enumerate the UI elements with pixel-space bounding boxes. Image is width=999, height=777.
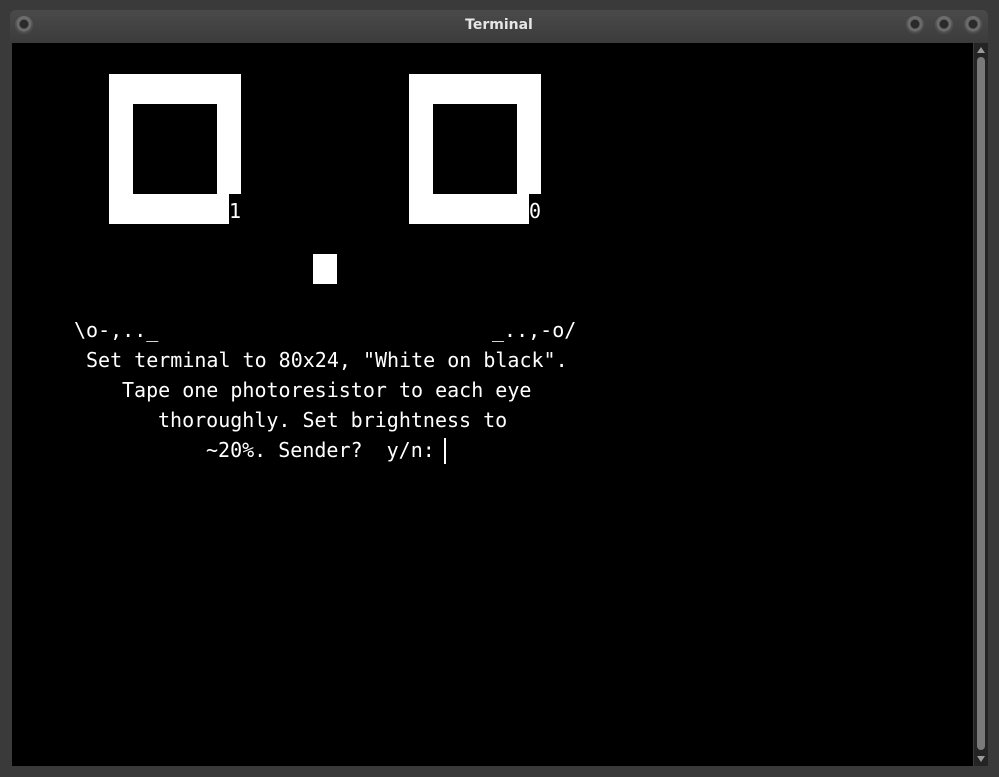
vertical-scrollbar[interactable] [974, 43, 988, 766]
scroll-down-icon[interactable] [977, 756, 985, 762]
terminal-window: Terminal 1 0 \o-,.._ _..,-o/ Set termina… [0, 0, 999, 777]
left-eye-hole [133, 104, 217, 194]
terminal-output[interactable]: 1 0 \o-,.._ _..,-o/ Set terminal to 80x2… [12, 43, 973, 766]
window-title: Terminal [465, 17, 533, 33]
text-cursor [444, 438, 446, 464]
title-bar[interactable]: Terminal [10, 10, 988, 42]
scroll-up-icon[interactable] [977, 47, 985, 53]
maximize-button[interactable] [935, 16, 953, 34]
left-eye-box: 1 [109, 74, 241, 224]
instruction-line-1: Set terminal to 80x24, "White on black". [86, 348, 568, 372]
right-eye-box: 0 [409, 74, 541, 224]
close-button[interactable] [964, 16, 982, 34]
left-eye-label: 1 [229, 199, 242, 223]
prompt-line: ~20%. Sender? y/n: [206, 438, 435, 462]
scrollbar-thumb[interactable] [977, 57, 985, 750]
right-eye-hole [433, 104, 517, 194]
right-eye-label: 0 [529, 199, 542, 223]
whisker-left: \o-,.._ [74, 318, 159, 342]
nose-block [313, 254, 337, 284]
minimize-button[interactable] [906, 16, 924, 34]
instruction-line-3: thoroughly. Set brightness to [158, 408, 508, 432]
whisker-right: _..,-o/ [492, 318, 577, 342]
instruction-line-2: Tape one photoresistor to each eye [122, 378, 532, 402]
